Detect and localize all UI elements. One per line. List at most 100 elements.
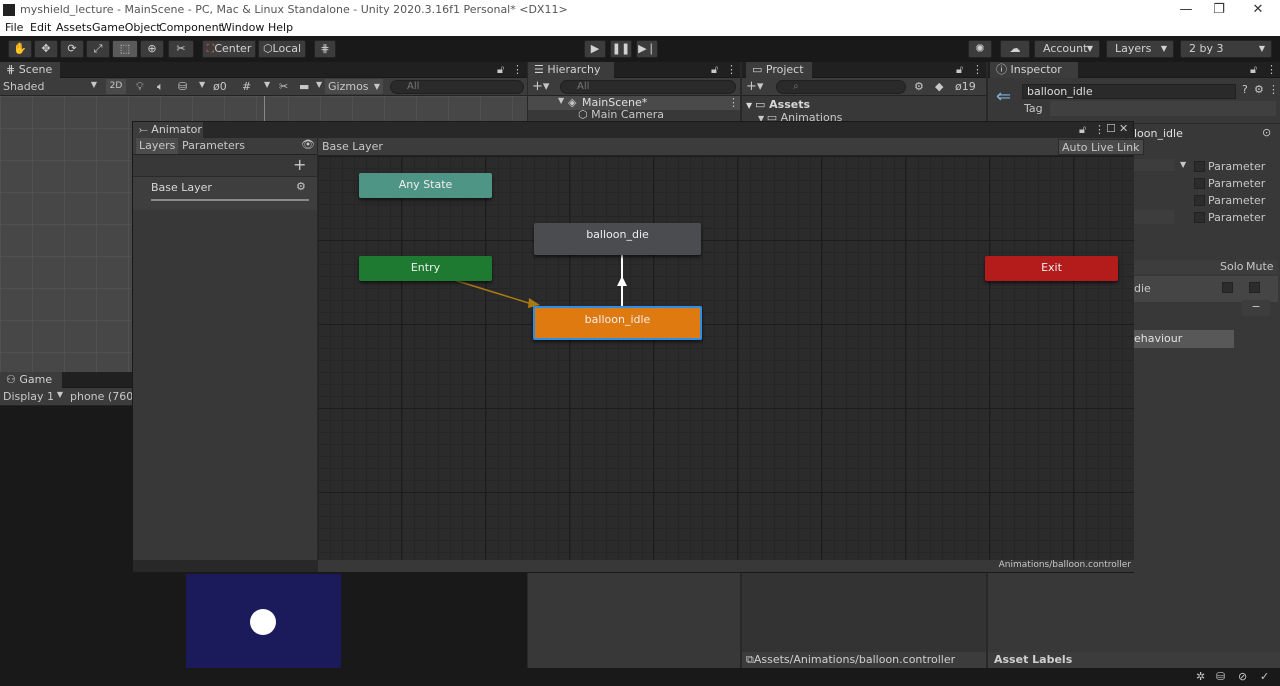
layer-row-base[interactable]: Base Layer ⚙	[133, 176, 317, 210]
chevron-down-icon[interactable]: ▼	[1180, 160, 1186, 169]
resolution-dropdown[interactable]: phone (760x	[70, 390, 140, 403]
audio-icon[interactable]: 🔈︎	[157, 80, 164, 94]
tools-icon[interactable]: ✂	[279, 80, 288, 93]
menu-window[interactable]: Window	[221, 21, 264, 34]
param-checkbox[interactable]	[1194, 212, 1205, 223]
help-icon[interactable]: ?	[1242, 83, 1248, 96]
rotate-tool-icon[interactable]: ⟳	[60, 40, 84, 58]
tab-inspector[interactable]: ⓘ Inspector	[990, 62, 1078, 78]
tab-animator[interactable]: ⤚ Animator	[133, 122, 203, 138]
close-icon[interactable]: ✕	[1119, 122, 1128, 135]
gizmos-dropdown[interactable]: Gizmos ▼	[325, 79, 383, 94]
menu-edit[interactable]: Edit	[30, 21, 51, 34]
transition-row[interactable]: die	[1134, 276, 1278, 302]
any-state-node[interactable]: Any State	[359, 173, 492, 198]
label-icon[interactable]: ◆	[935, 80, 943, 93]
lock-icon[interactable]: 🔓︎	[1250, 63, 1257, 77]
lock-icon[interactable]: 🔓︎	[711, 63, 718, 77]
menu-gameobject[interactable]: GameObject	[92, 21, 161, 34]
create-plus-icon[interactable]: +▾	[746, 79, 763, 94]
rect-tool-icon[interactable]: ⬚	[112, 40, 138, 58]
hierarchy-search-input[interactable]: All	[560, 80, 736, 94]
param-dropdown[interactable]	[1134, 159, 1174, 171]
hidden-packages-counter[interactable]: ø19	[955, 80, 976, 93]
tag-field[interactable]	[1050, 101, 1276, 116]
display-dropdown[interactable]: Display 1 ▼	[3, 390, 65, 403]
cache-icon[interactable]: ⛁	[1216, 670, 1225, 683]
create-plus-icon[interactable]: +▾	[532, 79, 549, 94]
object-name-field[interactable]: balloon_idle	[1022, 84, 1236, 99]
minimize-button[interactable]: —	[1176, 2, 1196, 17]
chevron-down-icon[interactable]: ▼	[199, 80, 205, 89]
lighting-icon[interactable]: 💡︎	[136, 80, 144, 94]
lock-icon[interactable]: 🔓︎	[1079, 123, 1086, 137]
balloon-idle-state-node[interactable]: balloon_idle	[533, 306, 702, 340]
custom-tool-icon[interactable]: ✂	[168, 40, 194, 58]
lock-icon[interactable]: 🔓︎	[497, 63, 504, 77]
scale-tool-icon[interactable]: ⤢	[86, 40, 110, 58]
check-icon[interactable]: ✓	[1260, 670, 1269, 683]
tab-scene[interactable]: ⋕ Scene	[0, 62, 60, 78]
collab-icon[interactable]: ✺	[968, 40, 992, 58]
kebab-menu-icon[interactable]: ⋮	[1266, 63, 1277, 76]
scene-search-input[interactable]: All	[390, 80, 524, 94]
kebab-menu-icon[interactable]: ⋮	[728, 96, 739, 109]
project-search-input[interactable]: ⌕	[776, 80, 906, 94]
pivot-center-button[interactable]: ⛶Center	[202, 40, 256, 58]
transform-tool-icon[interactable]: ⊕	[140, 40, 164, 58]
progress-icon[interactable]: ⊘	[1238, 670, 1247, 683]
kebab-menu-icon[interactable]: ⋮	[972, 63, 983, 76]
grid-icon[interactable]: #	[242, 80, 251, 93]
auto-live-link-toggle[interactable]: Auto Live Link	[1058, 139, 1144, 155]
tab-hierarchy[interactable]: ☰ Hierarchy	[528, 62, 614, 78]
filter-type-icon[interactable]: ⚙	[914, 80, 924, 93]
add-behaviour-button[interactable]: ehaviour	[1134, 330, 1234, 348]
tab-layers[interactable]: Layers	[136, 138, 179, 154]
maximize-icon[interactable]: ☐	[1106, 122, 1116, 135]
shading-dropdown[interactable]: Shaded ▼	[3, 80, 99, 93]
camera-icon[interactable]: ▬	[299, 80, 309, 93]
chevron-down-icon[interactable]: ▼	[264, 80, 270, 89]
controller-path[interactable]: ⧉Assets/Animations/balloon.controller	[746, 653, 955, 667]
solo-checkbox[interactable]	[1222, 282, 1233, 293]
tab-project[interactable]: ▭ Project	[746, 62, 812, 78]
menu-file[interactable]: File	[5, 21, 23, 34]
animator-graph[interactable]: Any State Entry Exit balloon_die balloon…	[318, 156, 1134, 560]
layer-weight-bar[interactable]	[151, 199, 309, 201]
menu-help[interactable]: Help	[268, 21, 293, 34]
hand-tool-icon[interactable]: ✋	[8, 40, 32, 58]
breadcrumb-base-layer[interactable]: Base Layer	[322, 140, 383, 153]
tab-game[interactable]: ⚇ Game	[0, 372, 62, 388]
restore-button[interactable]: ❐	[1209, 2, 1229, 17]
account-dropdown[interactable]: Account ▼	[1034, 40, 1100, 58]
pause-button[interactable]: ❚❚	[610, 40, 632, 58]
layers-dropdown[interactable]: Layers ▼	[1106, 40, 1174, 58]
eye-icon[interactable]: 👁︎	[301, 138, 315, 151]
debug-icon[interactable]: ✲	[1196, 670, 1205, 683]
play-button[interactable]: ▶	[584, 40, 606, 58]
settings-icon[interactable]: ⚙	[1254, 83, 1264, 96]
kebab-menu-icon[interactable]: ⋮	[1094, 123, 1105, 136]
pivot-local-button[interactable]: ⬡Local	[258, 40, 306, 58]
entry-node[interactable]: Entry	[359, 256, 492, 281]
lock-icon[interactable]: 🔓︎	[956, 63, 963, 77]
chevron-down-icon[interactable]: ▼	[316, 80, 322, 89]
menu-component[interactable]: Component	[159, 21, 223, 34]
close-button[interactable]: ✕	[1248, 2, 1268, 17]
2d-toggle[interactable]: 2D	[106, 79, 126, 94]
hierarchy-item[interactable]: ⬡ Main Camera	[578, 108, 664, 121]
param-field[interactable]	[1134, 210, 1174, 224]
add-layer-button[interactable]: +	[293, 155, 306, 174]
param-checkbox[interactable]	[1194, 178, 1205, 189]
cloud-icon[interactable]: ☁	[1000, 40, 1030, 58]
kebab-menu-icon[interactable]: ⋮	[1268, 83, 1279, 96]
remove-transition-button[interactable]: −	[1242, 300, 1270, 316]
step-button[interactable]: ▶❘	[636, 40, 658, 58]
layout-dropdown[interactable]: 2 by 3 ▼	[1180, 40, 1272, 58]
param-checkbox[interactable]	[1194, 161, 1205, 172]
menu-assets[interactable]: Assets	[56, 21, 92, 34]
balloon-die-state-node[interactable]: balloon_die	[534, 223, 701, 255]
param-checkbox[interactable]	[1194, 195, 1205, 206]
exit-node[interactable]: Exit	[985, 256, 1118, 281]
effects-icon[interactable]: ⛁	[178, 80, 187, 93]
